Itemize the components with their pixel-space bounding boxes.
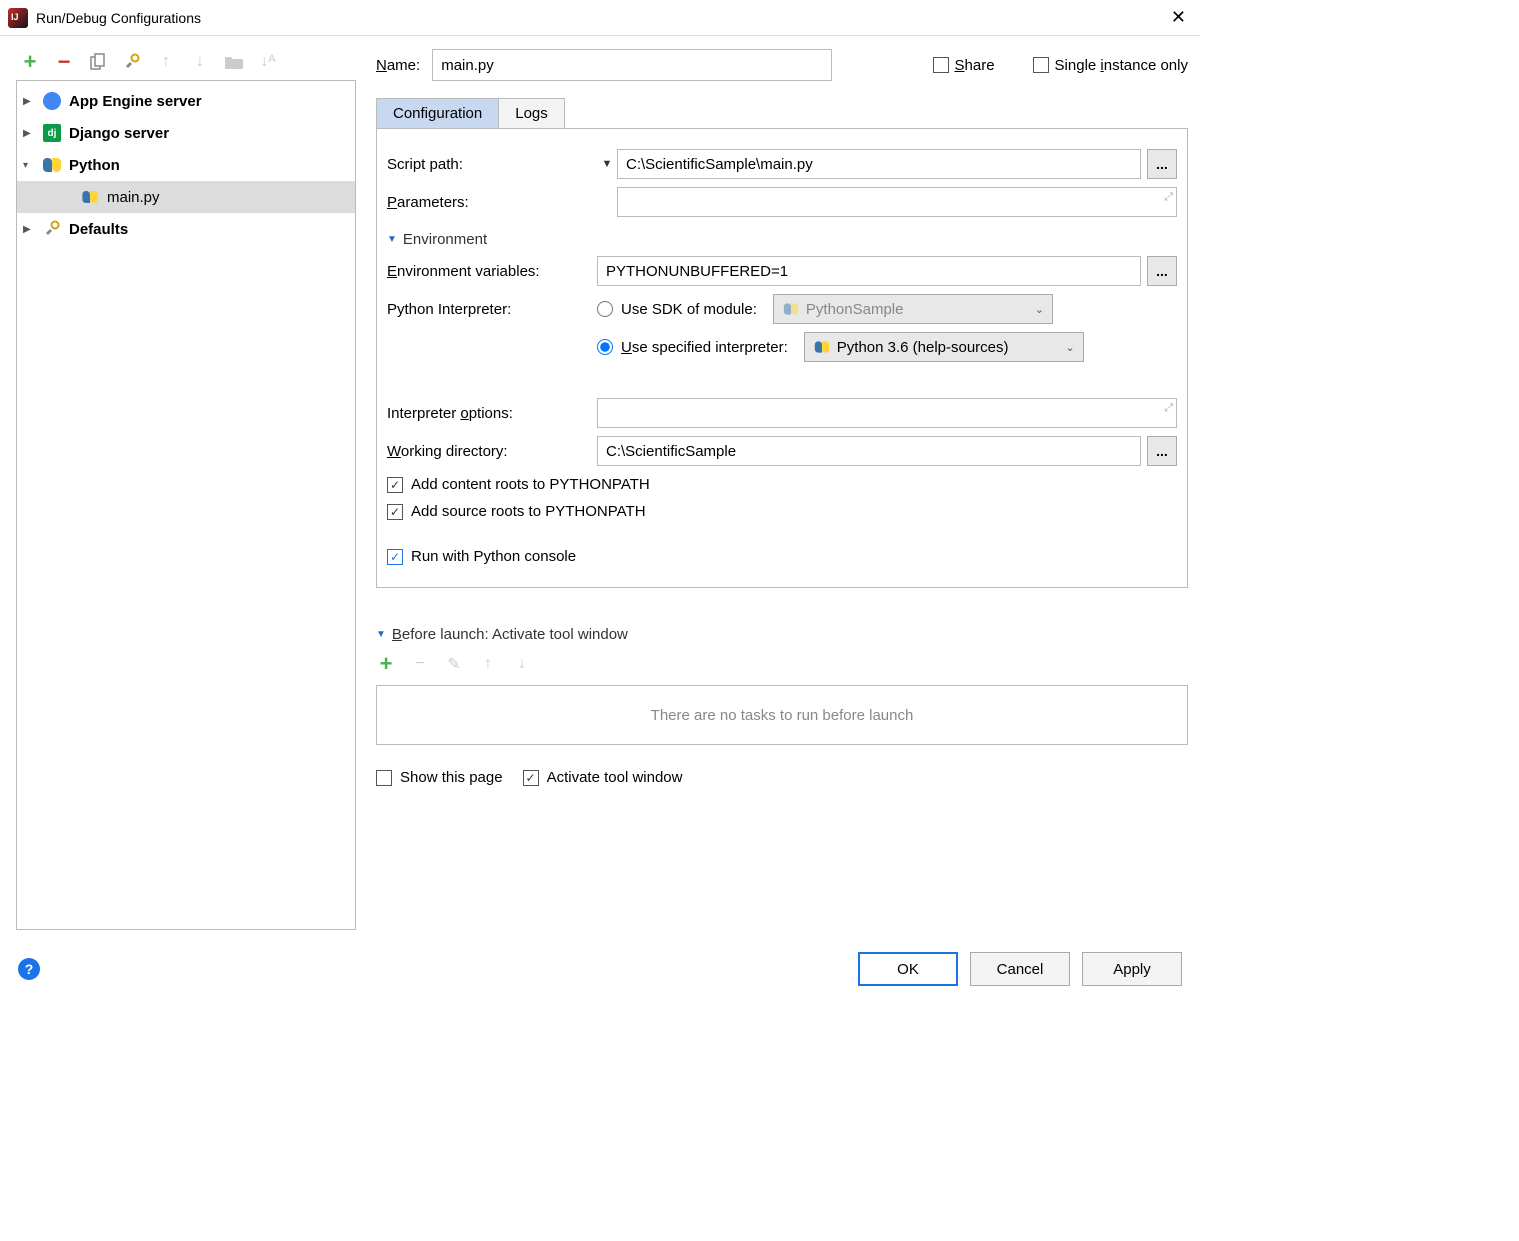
interp-options-row: Interpreter options: ⤢ — [387, 398, 1177, 428]
env-vars-label: Environment variables: — [387, 263, 597, 280]
share-checkbox[interactable]: Share — [933, 57, 995, 74]
script-path-label: Script path: — [387, 156, 597, 173]
name-input[interactable] — [432, 49, 832, 81]
move-task-up-icon: ↑ — [478, 654, 498, 674]
specified-interpreter-select[interactable]: Python 3.6 (help-sources) ⌄ — [804, 332, 1084, 362]
interpreter-row-1: Python Interpreter: Use SDK of module: P… — [387, 294, 1177, 324]
parameters-row: Parameters: ⤢ — [387, 187, 1177, 217]
tree-item-defaults[interactable]: ▶ Defaults — [17, 213, 355, 245]
tabs: Configuration Logs — [376, 98, 1188, 129]
before-launch-toolbar: + − ✎ ↑ ↓ — [376, 649, 1188, 679]
remove-config-icon[interactable]: − — [54, 52, 74, 72]
collapse-icon[interactable]: ▾ — [23, 160, 39, 171]
titlebar: Run/Debug Configurations ✕ — [0, 0, 1200, 36]
tree-label: Defaults — [69, 221, 128, 238]
close-icon[interactable]: ✕ — [1165, 7, 1192, 28]
activate-tool-window-checkbox[interactable]: ✓ Activate tool window — [523, 769, 683, 786]
apply-button[interactable]: Apply — [1082, 952, 1182, 986]
environment-heading[interactable]: ▼ Environment — [387, 231, 1177, 248]
add-config-icon[interactable]: + — [20, 52, 40, 72]
single-instance-checkbox[interactable]: Single instance only — [1033, 57, 1188, 74]
show-this-page-checkbox[interactable]: Show this page — [376, 769, 503, 786]
cancel-button[interactable]: Cancel — [970, 952, 1070, 986]
parameters-input[interactable] — [617, 187, 1177, 217]
before-launch-list: There are no tasks to run before launch — [376, 685, 1188, 745]
expand-icon[interactable]: ▶ — [23, 128, 39, 139]
browse-working-dir-icon[interactable]: ... — [1147, 436, 1177, 466]
before-launch-section: ▼ Before launch: Activate tool window + … — [376, 612, 1188, 796]
move-up-icon: ↑ — [156, 52, 176, 72]
source-roots-checkbox[interactable]: ✓ Add source roots to PYTHONPATH — [387, 503, 1177, 520]
env-vars-input[interactable] — [597, 256, 1141, 286]
expand-field-icon[interactable]: ⤢ — [1164, 191, 1173, 204]
python-file-icon — [79, 186, 101, 208]
name-label: Name: — [376, 57, 420, 74]
sidebar: + − ↑ ↓ ↓ᴬ ▶ App Engine ser — [0, 36, 364, 938]
help-icon[interactable]: ? — [18, 958, 40, 980]
copy-config-icon[interactable] — [88, 52, 108, 72]
config-tree: ▶ App Engine server ▶ dj Django server ▾… — [16, 80, 356, 930]
tree-label: Python — [69, 157, 120, 174]
dialog-title: Run/Debug Configurations — [36, 10, 1165, 26]
python-icon — [41, 154, 63, 176]
name-row: Name: Share Single instance only — [376, 44, 1188, 86]
edit-task-icon: ✎ — [444, 654, 464, 674]
app-icon — [8, 8, 28, 28]
run-console-checkbox[interactable]: ✓ Run with Python console — [387, 548, 1177, 565]
expand-field-icon[interactable]: ⤢ — [1164, 402, 1173, 415]
env-vars-row: Environment variables: ... — [387, 256, 1177, 286]
dialog-window: Run/Debug Configurations ✕ + − ↑ ↓ ↓ᴬ — [0, 0, 1200, 1000]
tree-item-appengine[interactable]: ▶ App Engine server — [17, 85, 355, 117]
dialog-footer: ? OK Cancel Apply — [0, 938, 1200, 1000]
chevron-down-icon: ⌄ — [1035, 303, 1044, 316]
expand-icon[interactable]: ▶ — [23, 96, 39, 107]
dialog-body: + − ↑ ↓ ↓ᴬ ▶ App Engine ser — [0, 36, 1200, 938]
parameters-label: Parameters: — [387, 194, 597, 211]
appengine-icon — [41, 90, 63, 112]
working-dir-input[interactable] — [597, 436, 1141, 466]
tab-configuration[interactable]: Configuration — [376, 98, 499, 128]
working-dir-label: Working directory: — [387, 443, 597, 460]
content-roots-checkbox[interactable]: ✓ Add content roots to PYTHONPATH — [387, 476, 1177, 493]
add-task-icon[interactable]: + — [376, 654, 396, 674]
move-down-icon: ↓ — [190, 52, 210, 72]
folder-icon — [224, 52, 244, 72]
script-path-input[interactable] — [617, 149, 1141, 179]
bottom-checks: Show this page ✓ Activate tool window — [376, 759, 1188, 796]
defaults-icon — [41, 218, 63, 240]
interpreter-label: Python Interpreter: — [387, 301, 597, 318]
tree-item-mainpy[interactable]: main.py — [17, 181, 355, 213]
settings-icon[interactable] — [122, 52, 142, 72]
ok-button[interactable]: OK — [858, 952, 958, 986]
tree-label: Django server — [69, 125, 169, 142]
expand-icon[interactable]: ▶ — [23, 224, 39, 235]
browse-env-icon[interactable]: ... — [1147, 256, 1177, 286]
tree-item-python[interactable]: ▾ Python — [17, 149, 355, 181]
remove-task-icon: − — [410, 654, 430, 674]
sdk-module-select: PythonSample ⌄ — [773, 294, 1053, 324]
main-pane: Name: Share Single instance only Configu… — [364, 36, 1200, 938]
tree-item-django[interactable]: ▶ dj Django server — [17, 117, 355, 149]
browse-script-icon[interactable]: ... — [1147, 149, 1177, 179]
tree-label: main.py — [107, 189, 160, 206]
use-specified-radio[interactable]: Use specified interpreter: — [597, 339, 788, 356]
triangle-down-icon: ▼ — [376, 629, 386, 640]
before-launch-heading[interactable]: ▼ Before launch: Activate tool window — [376, 626, 1188, 643]
script-path-type-dropdown[interactable]: ▼ — [597, 158, 617, 170]
sort-icon: ↓ᴬ — [258, 52, 278, 72]
move-task-down-icon: ↓ — [512, 654, 532, 674]
tree-label: App Engine server — [69, 93, 202, 110]
chevron-down-icon: ⌄ — [1066, 341, 1075, 354]
django-icon: dj — [41, 122, 63, 144]
configuration-panel: Script path: ▼ ... Parameters: ⤢ ▼ Envir… — [376, 129, 1188, 588]
triangle-down-icon: ▼ — [387, 234, 397, 245]
script-path-row: Script path: ▼ ... — [387, 149, 1177, 179]
interp-options-input[interactable] — [597, 398, 1177, 428]
sidebar-toolbar: + − ↑ ↓ ↓ᴬ — [16, 44, 356, 80]
interp-options-label: Interpreter options: — [387, 405, 597, 422]
working-dir-row: Working directory: ... — [387, 436, 1177, 466]
interpreter-row-2: Use specified interpreter: Python 3.6 (h… — [387, 332, 1177, 362]
use-sdk-radio[interactable]: Use SDK of module: — [597, 301, 757, 318]
tab-logs[interactable]: Logs — [498, 98, 565, 128]
